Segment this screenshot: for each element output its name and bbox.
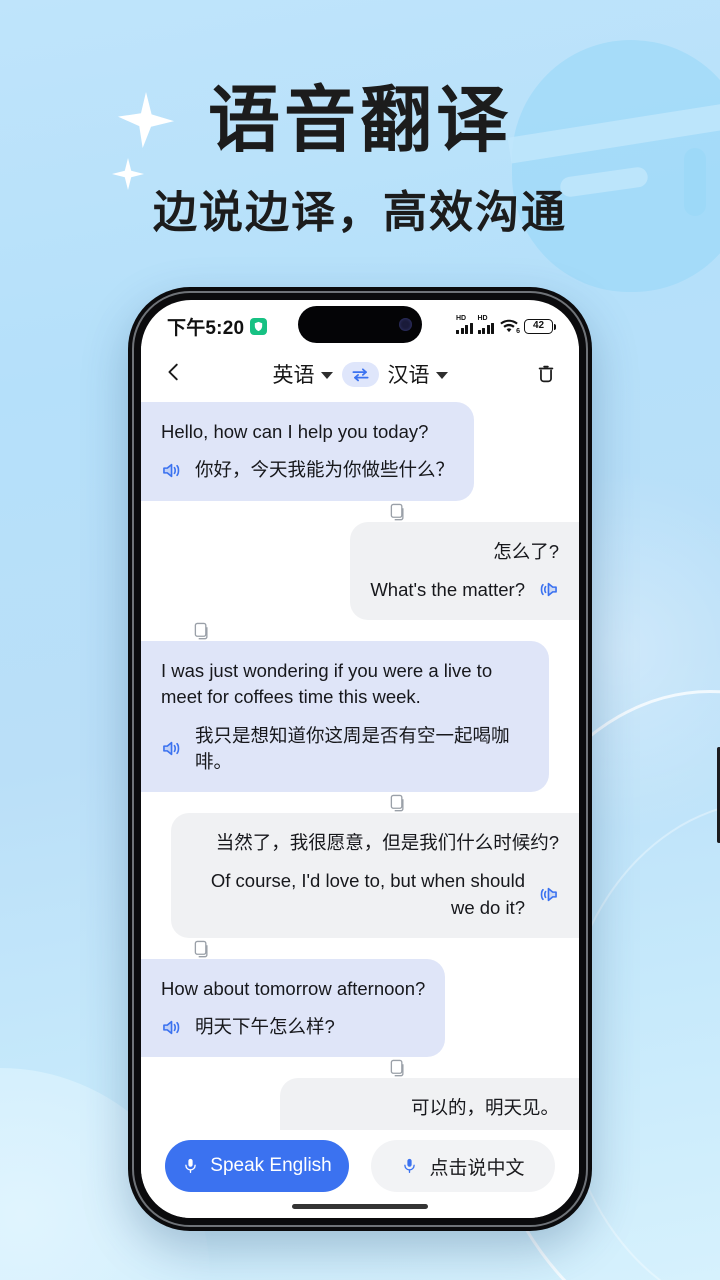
- message-original-text: Hello, how can I help you today?: [161, 421, 429, 442]
- status-bar: 下午5:20 HD HD 6 42: [141, 300, 579, 346]
- front-camera-icon: [399, 318, 412, 331]
- back-button[interactable]: [163, 361, 193, 388]
- clear-conversation-button[interactable]: [527, 362, 557, 386]
- message-translation-text: 明天下午怎么样?: [195, 1016, 335, 1038]
- message-bubble[interactable]: 怎么了? What's the matter?: [350, 521, 579, 621]
- message-row: I was just wondering if you were a live …: [141, 641, 579, 813]
- target-language-dropdown[interactable]: 汉语: [388, 359, 448, 389]
- status-time: 下午5:20: [167, 317, 245, 339]
- status-bar-right: HD HD 6 42: [456, 315, 557, 335]
- swap-languages-button[interactable]: [341, 361, 379, 387]
- microphone-icon: [185, 1158, 197, 1174]
- message-original-text: I was just wondering if you were a live …: [161, 660, 493, 708]
- phone-mockup: 下午5:20 HD HD 6 42 英语 汉语 Hello, how can I…: [128, 287, 720, 1231]
- poster-headline-group: 语音翻译 边说边译，高效沟通: [0, 81, 720, 240]
- copy-icon[interactable]: [193, 622, 212, 641]
- message-row: 可以的，明天见。Yeah, I'll see you tomorrow.: [141, 1078, 579, 1130]
- copy-button[interactable]: [193, 938, 212, 959]
- chevron-left-icon: [168, 363, 178, 380]
- message-bubble[interactable]: 当然了，我很愿意，但是我们什么时候约? Of course, I'd love t…: [171, 813, 579, 938]
- message-translation-text: 我只是想知道你这周是否有空一起喝咖啡。: [195, 724, 510, 772]
- trash-icon: [538, 365, 554, 383]
- hd-label-1: HD: [456, 315, 467, 322]
- chevron-down-icon: [320, 372, 333, 379]
- copy-button[interactable]: [389, 792, 408, 813]
- speaker-icon[interactable]: [161, 461, 184, 480]
- chevron-down-icon: [435, 372, 448, 379]
- message-row: Hello, how can I help you today? 你好，今天我能为…: [141, 402, 579, 522]
- message-bubble[interactable]: I was just wondering if you were a live …: [141, 641, 549, 793]
- speaker-icon[interactable]: [161, 739, 184, 758]
- shield-badge-icon: [250, 317, 268, 335]
- wifi-generation-label: 6: [516, 328, 520, 335]
- copy-icon[interactable]: [389, 503, 408, 522]
- message-row: How about tomorrow afternoon? 明天下午怎么样?: [141, 958, 579, 1079]
- message-translation-text: Of course, I'd love to, but when should …: [210, 870, 525, 918]
- target-language-label: 汉语: [387, 364, 430, 387]
- copy-icon[interactable]: [389, 1059, 408, 1078]
- conversation-list[interactable]: Hello, how can I help you today? 你好，今天我能为…: [141, 402, 579, 1130]
- home-indicator: [292, 1204, 428, 1209]
- message-translation-row: 你好，今天我能为你做些什么？: [161, 457, 454, 483]
- message-original-text: 当然了，我很愿意，但是我们什么时候约?: [215, 832, 559, 854]
- cellular-signal-2-icon: HD: [477, 315, 494, 334]
- message-row: 怎么了? What's the matter?: [141, 521, 579, 642]
- app-header: 英语 汉语: [141, 346, 579, 402]
- language-selector-group: 英语 汉语: [193, 359, 527, 389]
- microphone-icon: [404, 1158, 416, 1174]
- message-translation-row: 明天下午怎么样?: [161, 1014, 425, 1040]
- message-bubble[interactable]: 可以的，明天见。Yeah, I'll see you tomorrow.: [280, 1078, 579, 1130]
- message-original-text: 可以的，明天见。: [410, 1097, 559, 1119]
- message-original-text: How about tomorrow afternoon?: [161, 977, 426, 999]
- message-translation-text: What's the matter?: [370, 578, 525, 600]
- source-language-dropdown[interactable]: 英语: [273, 359, 333, 389]
- message-translation-row: Of course, I'd love to, but when should …: [191, 868, 559, 921]
- message-row: 当然了，我很愿意，但是我们什么时候约? Of course, I'd love t…: [141, 813, 579, 959]
- dynamic-island: [298, 306, 422, 343]
- message-bubble[interactable]: How about tomorrow afternoon? 明天下午怎么样?: [141, 958, 446, 1058]
- speak-english-label: Speak English: [210, 1155, 332, 1176]
- page-title: 语音翻译: [207, 81, 512, 161]
- speaker-icon[interactable]: [536, 885, 559, 904]
- page-subtitle: 边说边译，高效沟通: [153, 187, 567, 237]
- swap-horizontal-icon: [352, 367, 368, 381]
- message-translation-text: 你好，今天我能为你做些什么？: [195, 459, 455, 481]
- poster-canvas: 语音翻译 边说边译，高效沟通 下午5:20 HD HD 6 42 英语 汉语 H…: [0, 0, 720, 1280]
- status-bar-left: 下午5:20: [167, 313, 268, 340]
- cellular-signal-1-icon: HD: [456, 315, 473, 334]
- copy-button[interactable]: [389, 1057, 408, 1078]
- hd-label-2: HD: [477, 315, 488, 322]
- speak-chinese-button[interactable]: 点击说中文: [371, 1140, 555, 1192]
- speaker-icon[interactable]: [161, 1018, 184, 1037]
- message-bubble[interactable]: Hello, how can I help you today? 你好，今天我能为…: [141, 402, 475, 501]
- message-translation-row: What's the matter?: [370, 577, 559, 603]
- copy-icon[interactable]: [193, 940, 212, 959]
- battery-icon: 42: [524, 318, 557, 334]
- copy-button[interactable]: [389, 501, 408, 522]
- battery-level-label: 42: [532, 320, 545, 331]
- speaker-icon[interactable]: [536, 580, 559, 599]
- copy-button[interactable]: [193, 620, 212, 641]
- wifi-icon: 6: [499, 318, 520, 335]
- speak-english-button[interactable]: Speak English: [165, 1140, 349, 1192]
- speak-chinese-label: 点击说中文: [429, 1157, 525, 1179]
- phone-screen: 下午5:20 HD HD 6 42 英语 汉语 Hello, how can I…: [141, 300, 579, 1218]
- message-original-text: 怎么了?: [493, 540, 559, 562]
- copy-icon[interactable]: [389, 794, 408, 813]
- message-translation-row: 我只是想知道你这周是否有空一起喝咖啡。: [161, 723, 529, 776]
- source-language-label: 英语: [272, 364, 315, 387]
